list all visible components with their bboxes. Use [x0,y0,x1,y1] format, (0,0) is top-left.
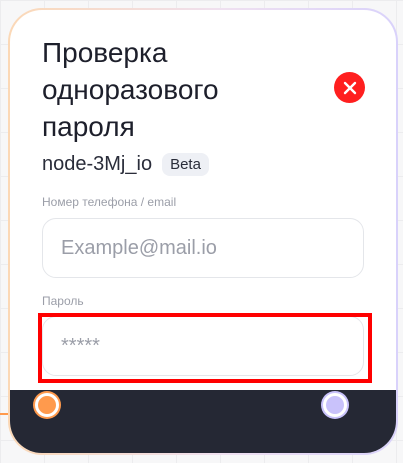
node-title: Проверка одноразового пароля [42,37,219,142]
password-input[interactable] [42,316,364,376]
node-id-row: node-3Mj_io Beta [42,153,209,176]
output-port[interactable] [323,393,347,417]
node-id: node-3Mj_io [42,153,153,175]
input-port[interactable] [35,393,59,417]
close-icon [343,81,356,94]
otp-verification-node[interactable]: Проверка одноразового пароля node-3Mj_io… [8,8,398,455]
beta-badge: Beta [162,153,209,176]
password-label: Пароль [42,294,84,308]
close-button[interactable] [334,72,365,103]
email-label: Номер телефона / email [42,195,177,209]
email-input[interactable] [42,218,364,278]
